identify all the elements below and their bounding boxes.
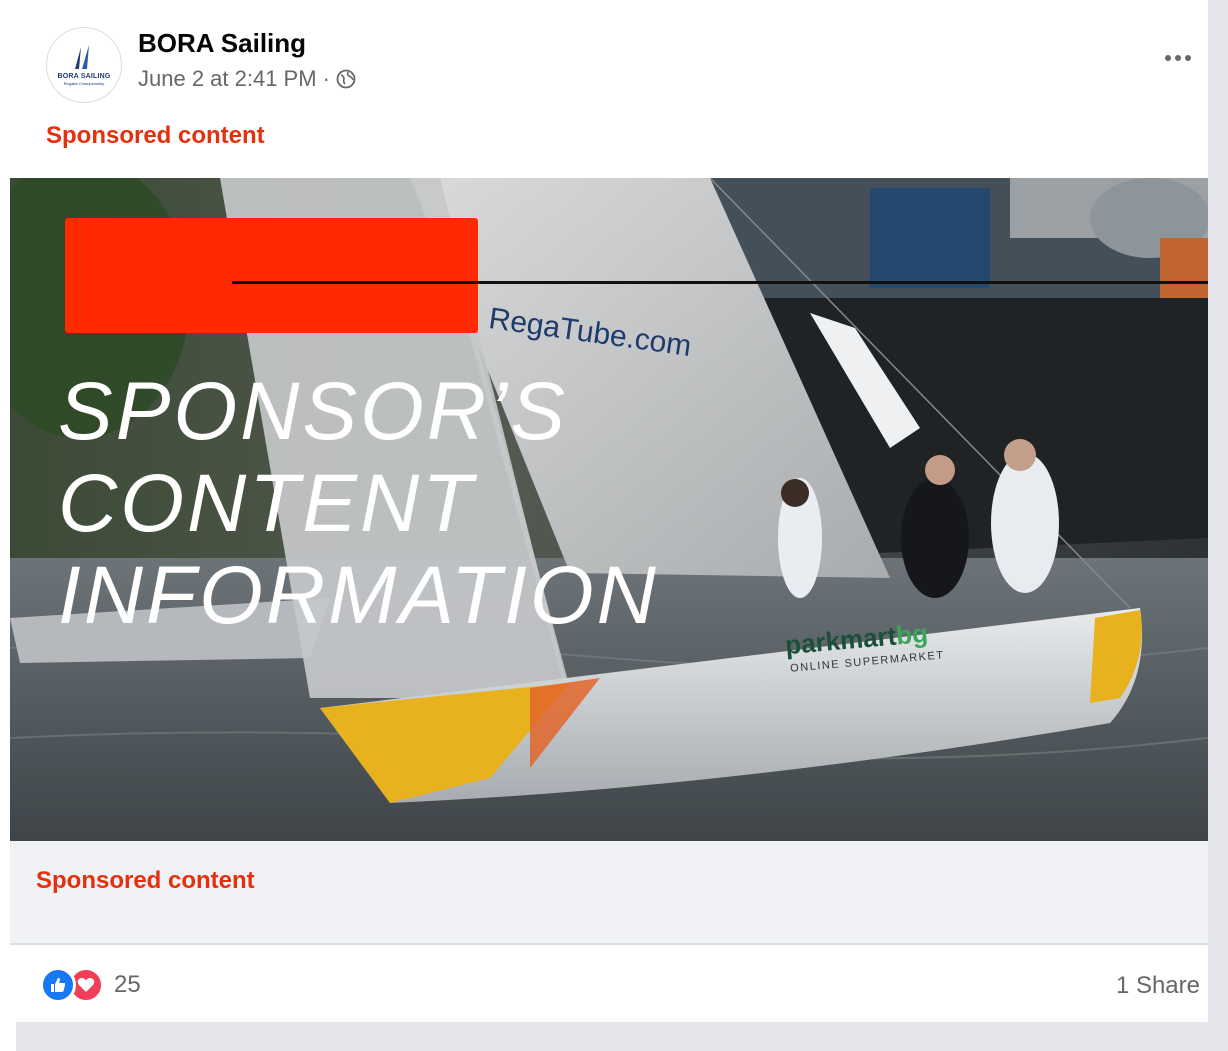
overlay-line-2: CONTENT [58, 458, 476, 549]
overlay-line-1: SPONSOR’S [58, 366, 568, 457]
more-dot [1185, 55, 1191, 61]
avatar-logo-text: BORA SAILING [57, 72, 111, 80]
globe-icon[interactable] [336, 69, 356, 89]
annotation-line [232, 281, 1208, 284]
meta-separator: · [322, 66, 330, 91]
share-count-link[interactable]: 1 Share [1116, 972, 1200, 1000]
post-image[interactable]: RegaTube.com SPONSOR’S CONTENT INFORMATI… [10, 178, 1208, 841]
like-reaction-icon [40, 967, 76, 1003]
reactions-summary[interactable]: 25 [40, 967, 141, 1003]
sponsored-label-top: Sponsored content [46, 122, 265, 149]
sail-logo-icon [75, 44, 89, 69]
redaction-block [65, 218, 478, 333]
page-avatar[interactable]: BORA SAILING Regatta Championship [46, 27, 122, 103]
sponsored-label-bottom: Sponsored content [36, 867, 255, 894]
overlay-line-3: INFORMATION [58, 550, 659, 641]
page: BORA SAILING Regatta Championship BORA S… [0, 0, 1228, 1051]
post-timestamp[interactable]: June 2 at 2:41 PM [138, 66, 317, 92]
heart-icon [77, 978, 95, 992]
page-name-link[interactable]: BORA Sailing [138, 28, 306, 59]
reaction-count[interactable]: 25 [114, 971, 141, 999]
more-horizontal-icon [1165, 55, 1171, 61]
bottom-band [16, 1022, 1228, 1051]
post-meta: June 2 at 2:41 PM · [138, 66, 356, 92]
thumbs-up-icon [51, 978, 66, 992]
avatar-logo-subtext: Regatta Championship [63, 80, 105, 86]
right-gutter [1208, 0, 1228, 1051]
sponsor-overlay-text: SPONSOR’S CONTENT INFORMATION [58, 366, 659, 642]
boat-brand-suffix: bg [894, 617, 930, 651]
more-options-button[interactable] [1160, 44, 1196, 72]
link-caption-area[interactable]: Sponsored content [10, 841, 1208, 945]
more-dot [1175, 55, 1181, 61]
